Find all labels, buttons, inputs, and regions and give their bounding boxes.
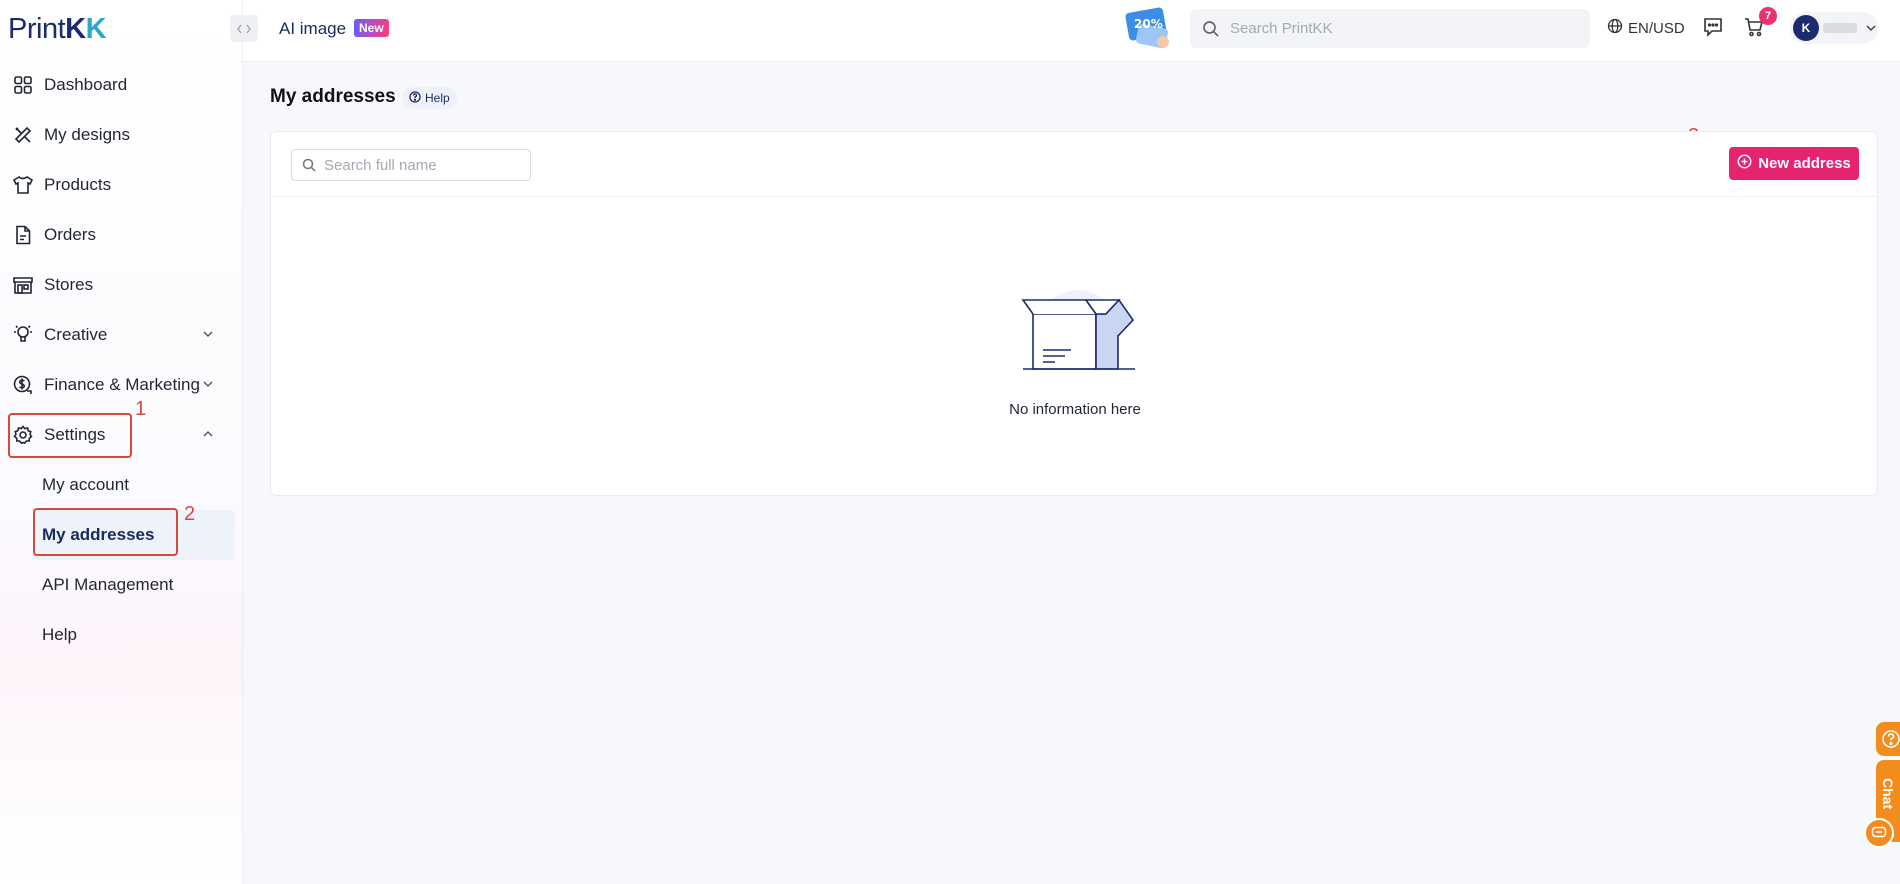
plus-circle-icon <box>1737 154 1752 173</box>
help-link[interactable]: Help <box>402 87 457 109</box>
sidebar-item-label: Stores <box>44 275 94 294</box>
topbar: AI image New 20% EN/USD 7 K <box>230 0 1900 62</box>
sidebar-subitem-api-management[interactable]: API Management <box>0 560 243 610</box>
sidebar-item-products[interactable]: Products <box>0 160 243 210</box>
avatar: K <box>1793 15 1819 41</box>
user-menu[interactable]: K <box>1790 12 1878 44</box>
sidebar-item-my-designs[interactable]: My designs <box>0 110 243 160</box>
tshirt-icon <box>11 173 35 197</box>
new-badge: New <box>354 19 389 37</box>
design-icon <box>11 123 35 147</box>
document-icon <box>11 223 35 247</box>
sidebar-item-label: Orders <box>44 225 96 244</box>
logo-k2: K <box>85 13 107 45</box>
page-title: My addresses <box>270 86 396 107</box>
logo-k1: K <box>65 13 86 45</box>
sidebar-collapse-button[interactable] <box>230 15 258 42</box>
chat-bubble-icon <box>1704 18 1722 37</box>
empty-state-text: No information here <box>1009 401 1141 418</box>
language-currency-selector[interactable]: EN/USD <box>1607 18 1685 38</box>
sidebar-item-label: Creative <box>44 325 108 344</box>
empty-box-illustration <box>1011 284 1141 376</box>
name-search-input[interactable] <box>324 156 524 174</box>
help-label: Help <box>425 91 450 105</box>
sidebar-item-creative[interactable]: Creative <box>0 310 243 360</box>
floating-chat-bubble[interactable] <box>1864 818 1894 848</box>
new-address-label: New address <box>1758 155 1851 172</box>
chat-bubble-icon <box>1871 826 1887 838</box>
sidebar-item-label: Dashboard <box>44 75 128 94</box>
sidebar-item-label: Products <box>44 175 112 194</box>
user-name-redacted <box>1823 23 1857 33</box>
store-icon <box>11 273 35 297</box>
finance-icon <box>11 373 35 397</box>
annotation-number-1: 1 <box>135 398 147 420</box>
addresses-card: New address No information here <box>270 131 1878 496</box>
sidebar-item-label: My designs <box>44 125 130 144</box>
ai-image-link[interactable]: AI image <box>279 19 346 39</box>
new-address-button[interactable]: New address <box>1729 147 1859 180</box>
lang-currency-label: EN/USD <box>1628 19 1685 37</box>
sidebar-item-stores[interactable]: Stores <box>0 260 243 310</box>
dashboard-icon <box>11 73 35 97</box>
name-search[interactable] <box>291 149 531 181</box>
floating-chat-label: Chat <box>1880 778 1896 810</box>
sidebar-subitem-my-account[interactable]: My account <box>0 460 243 510</box>
globe-icon <box>1607 18 1623 38</box>
search-icon <box>1203 20 1219 37</box>
question-circle-icon <box>409 90 421 106</box>
sidebar-item-dashboard[interactable]: Dashboard <box>0 60 243 110</box>
sidebar-item-finance-marketing[interactable]: Finance & Marketing <box>0 360 243 410</box>
card-toolbar: New address <box>271 132 1877 197</box>
annotation-box-my-addresses <box>33 508 178 556</box>
sidebar-item-orders[interactable]: Orders <box>0 210 243 260</box>
sidebar-nav: Dashboard My designs Products Orders Sto… <box>0 60 243 660</box>
chevron-down-icon <box>1866 25 1876 32</box>
question-circle-icon <box>1882 730 1900 748</box>
promo-text: 20% <box>1134 17 1163 31</box>
global-search-input[interactable] <box>1230 20 1570 37</box>
floating-help-button[interactable] <box>1876 722 1900 756</box>
collapse-arrows-icon <box>237 24 251 33</box>
annotation-box-settings <box>8 413 132 458</box>
chevron-down-icon <box>203 381 213 387</box>
messages-button[interactable] <box>1702 16 1724 43</box>
printkk-logo[interactable]: PrintKK <box>8 13 107 46</box>
cart-count-badge: 7 <box>1759 7 1777 25</box>
annotation-number-2: 2 <box>184 503 196 525</box>
bulb-icon <box>11 323 35 347</box>
global-search[interactable] <box>1190 9 1590 48</box>
chevron-up-icon <box>203 431 213 437</box>
promo-discount-icon[interactable]: 20% <box>1123 6 1173 50</box>
sidebar-item-label: Finance & Marketing <box>44 375 200 394</box>
logo-text: Print <box>8 13 66 45</box>
sidebar-subitem-help[interactable]: Help <box>0 610 243 660</box>
chevron-down-icon <box>203 331 213 337</box>
search-icon <box>302 158 316 172</box>
